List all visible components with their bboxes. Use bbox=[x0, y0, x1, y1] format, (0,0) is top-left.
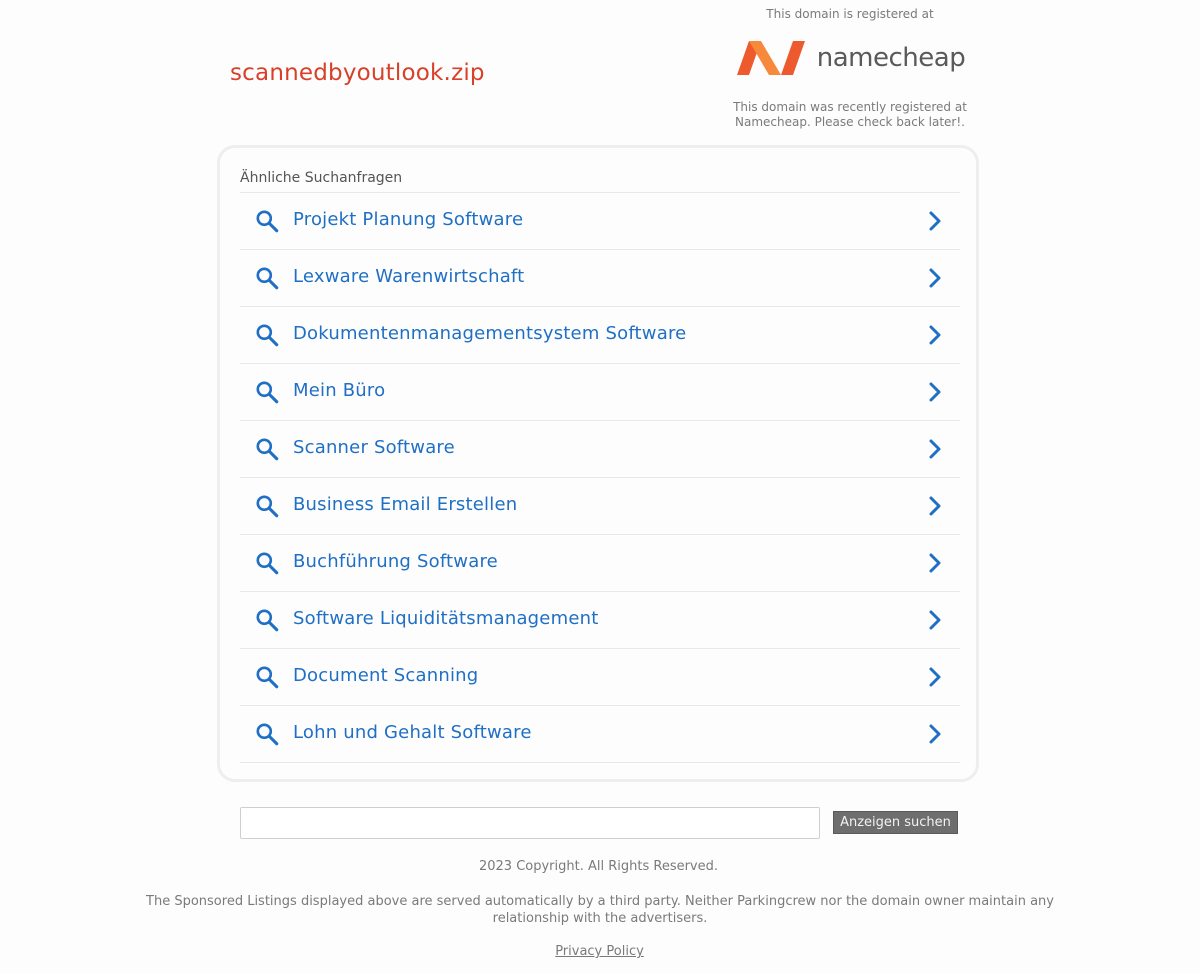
search-icon bbox=[256, 381, 279, 404]
related-search-label: Document Scanning bbox=[293, 665, 479, 686]
privacy-policy-container: Privacy Policy bbox=[0, 944, 1199, 959]
chevron-right-icon bbox=[929, 439, 941, 459]
namecheap-wordmark: namecheap bbox=[816, 43, 966, 73]
search-icon bbox=[256, 552, 279, 575]
search-icon bbox=[256, 723, 279, 746]
chevron-right-icon bbox=[929, 496, 941, 516]
domain-title: scannedbyoutlook.zip bbox=[230, 60, 485, 86]
registration-note-line-1: This domain was recently registered at bbox=[733, 100, 967, 114]
chevron-right-icon bbox=[929, 211, 941, 231]
search-icon bbox=[256, 666, 279, 689]
related-search-item[interactable]: Software Liquiditätsmanagement bbox=[240, 592, 960, 649]
related-search-item[interactable]: Lohn und Gehalt Software bbox=[240, 706, 960, 763]
chevron-right-icon bbox=[929, 382, 941, 402]
registrar-box: This domain is registered at namecheap T… bbox=[718, 6, 982, 130]
ad-search-input[interactable] bbox=[240, 807, 820, 839]
chevron-right-icon bbox=[929, 325, 941, 345]
related-search-item[interactable]: Business Email Erstellen bbox=[240, 478, 960, 535]
chevron-right-icon bbox=[929, 667, 941, 687]
related-search-item[interactable]: Lexware Warenwirtschaft bbox=[240, 250, 960, 307]
chevron-right-icon bbox=[929, 724, 941, 744]
related-search-item[interactable]: Dokumentenmanagementsystem Software bbox=[240, 307, 960, 364]
related-search-label: Buchführung Software bbox=[293, 551, 498, 572]
privacy-policy-link[interactable]: Privacy Policy bbox=[555, 944, 644, 959]
related-searches-panel: Ähnliche Suchanfragen Projekt Planung So… bbox=[217, 145, 979, 782]
sponsored-disclaimer: The Sponsored Listings displayed above a… bbox=[140, 893, 1060, 927]
related-search-item[interactable]: Buchführung Software bbox=[240, 535, 960, 592]
search-icon bbox=[256, 495, 279, 518]
related-search-label: Lohn und Gehalt Software bbox=[293, 722, 532, 743]
related-search-label: Business Email Erstellen bbox=[293, 494, 518, 515]
related-search-label: Software Liquiditätsmanagement bbox=[293, 608, 599, 629]
chevron-right-icon bbox=[929, 610, 941, 630]
related-search-item[interactable]: Mein Büro bbox=[240, 364, 960, 421]
related-search-item[interactable]: Document Scanning bbox=[240, 649, 960, 706]
registered-at-text: This domain is registered at bbox=[766, 7, 934, 21]
registration-note: This domain was recently registered at N… bbox=[718, 100, 982, 130]
chevron-right-icon bbox=[929, 268, 941, 288]
related-search-label: Lexware Warenwirtschaft bbox=[293, 266, 525, 287]
disclaimer-line-1: The Sponsored Listings displayed above a… bbox=[146, 894, 1054, 909]
ad-search-button[interactable]: Anzeigen suchen bbox=[833, 811, 958, 834]
chevron-right-icon bbox=[929, 553, 941, 573]
registration-note-line-2: Namecheap. Please check back later!. bbox=[735, 115, 965, 129]
related-search-item[interactable]: Projekt Planung Software bbox=[240, 193, 960, 250]
related-search-label: Scanner Software bbox=[293, 437, 455, 458]
copyright-text: 2023 Copyright. All Rights Reserved. bbox=[478, 859, 719, 874]
related-search-label: Projekt Planung Software bbox=[293, 209, 524, 230]
search-icon bbox=[256, 267, 279, 290]
search-icon bbox=[256, 210, 279, 233]
related-search-label: Mein Büro bbox=[293, 380, 386, 401]
search-icon bbox=[256, 438, 279, 461]
namecheap-logo[interactable]: namecheap bbox=[718, 26, 982, 90]
related-searches-list: Projekt Planung Software Lexware Warenwir… bbox=[240, 192, 960, 763]
related-search-label: Dokumentenmanagementsystem Software bbox=[293, 323, 687, 344]
disclaimer-line-2: relationship with the advertisers. bbox=[492, 911, 708, 926]
namecheap-logo-icon bbox=[736, 41, 805, 75]
search-icon bbox=[256, 609, 279, 632]
related-searches-heading: Ähnliche Suchanfragen bbox=[240, 170, 403, 186]
search-icon bbox=[256, 324, 279, 347]
related-search-item[interactable]: Scanner Software bbox=[240, 421, 960, 478]
